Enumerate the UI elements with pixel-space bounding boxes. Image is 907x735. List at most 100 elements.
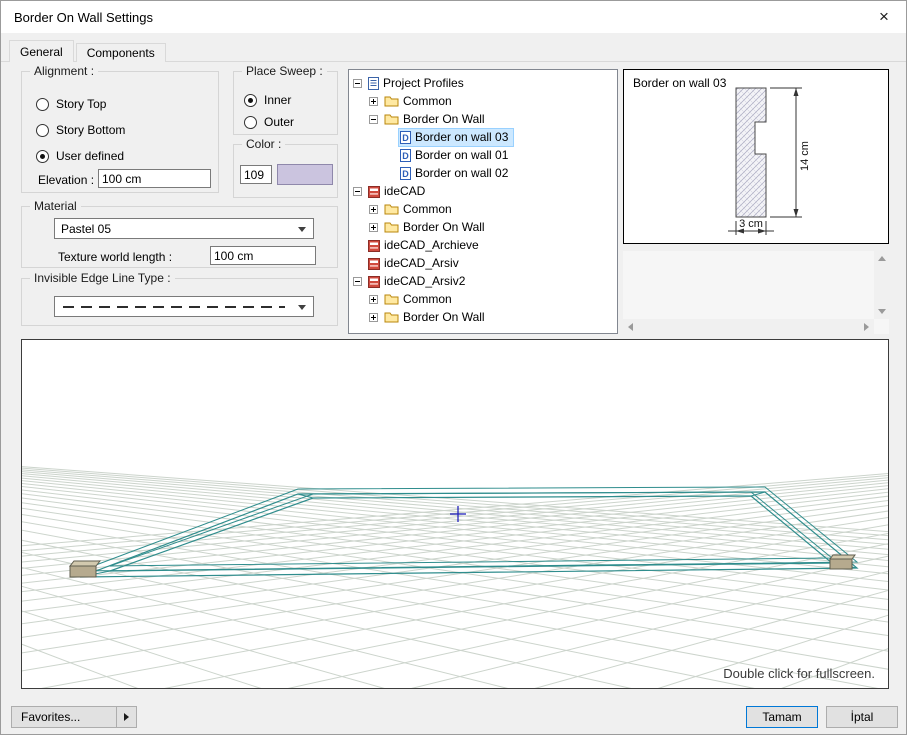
close-icon[interactable]: ×: [862, 1, 906, 33]
tree-item-selected[interactable]: D Border on wall 03: [397, 127, 515, 147]
tree-item-content[interactable]: ideCAD_Arsiv2: [367, 273, 470, 290]
place-sweep-radio-group: Inner Outer: [244, 92, 294, 130]
expand-icon[interactable]: [369, 96, 378, 106]
tree-item[interactable]: D Border on wall 03: [349, 127, 617, 147]
scroll-up-icon[interactable]: [878, 256, 886, 261]
tree-item[interactable]: ideCAD_Archieve: [349, 236, 617, 254]
texture-world-length-input[interactable]: [210, 246, 316, 265]
tree-item-content[interactable]: Border On Wall: [383, 219, 490, 236]
tree-item-content[interactable]: ideCAD: [367, 183, 430, 200]
elevation-input[interactable]: [98, 169, 211, 188]
alignment-radio-story-top[interactable]: Story Top: [36, 96, 125, 112]
tree-item[interactable]: Common: [349, 290, 617, 308]
radio-label: User defined: [56, 149, 125, 163]
scroll-down-icon[interactable]: [878, 309, 886, 314]
expand-icon[interactable]: [369, 312, 378, 322]
line-type-dropdown[interactable]: [54, 296, 314, 317]
title-bar: Border On Wall Settings: [1, 1, 906, 33]
favorites-label: Favorites...: [21, 710, 81, 724]
expand-icon[interactable]: [369, 204, 378, 214]
horizontal-scrollbar[interactable]: [623, 319, 874, 334]
tree-item-label: Border On Wall: [403, 310, 485, 324]
radio-label: Story Bottom: [56, 123, 126, 137]
dashed-line-swatch: [63, 306, 285, 308]
tree-item-label: ideCAD: [384, 184, 426, 198]
collapse-icon[interactable]: [369, 114, 378, 124]
collapse-icon[interactable]: [353, 78, 362, 88]
tree-item-label: Common: [403, 292, 452, 306]
tree-item-content[interactable]: Common: [383, 201, 457, 218]
material-dropdown[interactable]: Pastel 05: [54, 218, 314, 239]
place-sweep-radio-outer[interactable]: Outer: [244, 114, 294, 130]
tree-item[interactable]: D Border on wall 01: [349, 146, 617, 164]
tree-item-content[interactable]: Project Profiles: [367, 75, 469, 92]
profile-preview-panel: Border on wall 03 14 cm 3 cm: [623, 69, 889, 244]
svg-text:D: D: [402, 133, 409, 143]
tree-item-content[interactable]: ideCAD_Arsiv: [367, 255, 464, 272]
tree-item-content[interactable]: Border On Wall: [383, 111, 490, 128]
scroll-left-icon[interactable]: [628, 323, 633, 331]
preview-title: Border on wall 03: [633, 76, 727, 90]
folder-icon: [384, 293, 399, 305]
tree-item[interactable]: Border On Wall: [349, 110, 617, 128]
alignment-group: Alignment : Story Top Story Bottom User de…: [21, 64, 219, 193]
tree-item-label: Border on wall 02: [415, 166, 509, 180]
cancel-button[interactable]: İptal: [826, 706, 898, 728]
radio-label: Inner: [264, 93, 292, 107]
tree-item-content[interactable]: ideCAD_Archieve: [367, 237, 484, 254]
scroll-right-icon[interactable]: [864, 323, 869, 331]
place-sweep-radio-inner[interactable]: Inner: [244, 92, 294, 108]
chevron-down-icon: [298, 305, 306, 310]
color-swatch[interactable]: [277, 164, 333, 185]
elevation-label: Elevation :: [38, 173, 95, 187]
collapse-icon[interactable]: [353, 186, 362, 196]
library-icon: [368, 257, 380, 270]
expand-icon[interactable]: [369, 294, 378, 304]
fullscreen-hint: Double click for fullscreen.: [723, 666, 875, 681]
tree-item-content[interactable]: Common: [383, 93, 457, 110]
tree-item-content[interactable]: D Border on wall 02: [399, 165, 513, 182]
profile-icon: D: [400, 130, 411, 144]
color-legend: Color :: [242, 137, 286, 151]
favorites-arrow-icon[interactable]: [116, 707, 136, 727]
tree-item-content[interactable]: D Border on wall 01: [399, 147, 513, 164]
radio-icon: [244, 93, 257, 107]
tree-item-label: ideCAD_Archieve: [384, 238, 479, 252]
tree-item-label: Border on wall 01: [415, 148, 509, 162]
chevron-down-icon: [298, 227, 306, 232]
alignment-radio-user-defined[interactable]: User defined: [36, 148, 125, 164]
tab-general[interactable]: General: [9, 40, 74, 62]
tree-item[interactable]: ideCAD: [349, 182, 617, 200]
tree-item-label: Project Profiles: [383, 76, 464, 90]
profile-tree[interactable]: Project Profiles Common Border On Wall D Bor…: [348, 69, 618, 334]
collapse-icon[interactable]: [353, 276, 362, 286]
profile-drawing: 14 cm 3 cm: [728, 87, 811, 235]
ok-button[interactable]: Tamam: [746, 706, 818, 728]
3d-viewport[interactable]: Double click for fullscreen.: [21, 339, 889, 689]
profile-cross-section: [735, 87, 767, 218]
tree-item[interactable]: Common: [349, 92, 617, 110]
vertical-scrollbar[interactable]: [874, 251, 889, 319]
color-index-input[interactable]: [240, 165, 272, 184]
tree-item[interactable]: Border On Wall: [349, 218, 617, 236]
favorites-button[interactable]: Favorites...: [11, 706, 137, 728]
alignment-radio-story-bottom[interactable]: Story Bottom: [36, 122, 125, 138]
tree-item[interactable]: D Border on wall 02: [349, 164, 617, 182]
tree-item-content[interactable]: Border On Wall: [383, 309, 490, 326]
tree-item-content[interactable]: Common: [383, 291, 457, 308]
tree-item[interactable]: Project Profiles: [349, 74, 617, 92]
expand-icon[interactable]: [369, 222, 378, 232]
tree-item[interactable]: Common: [349, 200, 617, 218]
tree-item[interactable]: Border On Wall: [349, 308, 617, 326]
tab-components[interactable]: Components: [75, 43, 166, 62]
tree-item[interactable]: ideCAD_Arsiv2: [349, 272, 617, 290]
tree-item[interactable]: ideCAD_Arsiv: [349, 254, 617, 272]
3d-preview-canvas[interactable]: [22, 340, 888, 688]
